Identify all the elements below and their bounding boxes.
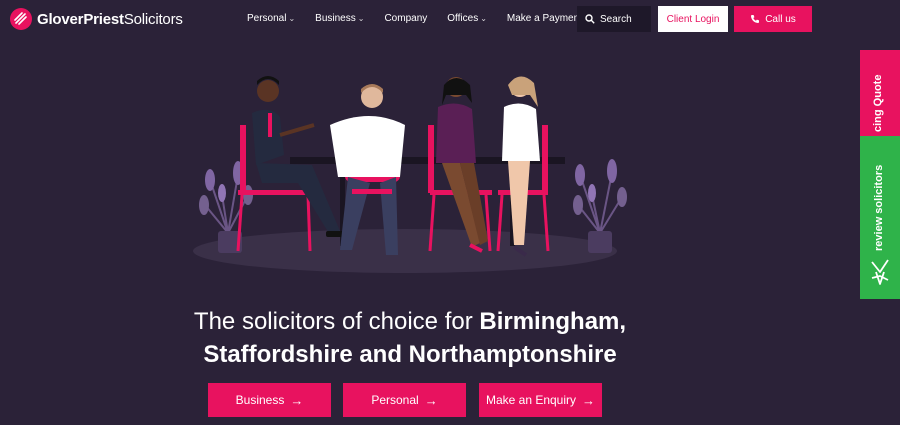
nav-item-label: Personal <box>247 13 287 24</box>
arrow-right-icon: → <box>424 392 438 408</box>
search-button[interactable]: Search <box>577 6 651 32</box>
chevron-down-icon: ⌄ <box>357 14 365 23</box>
brand-logo[interactable]: GloverPriestSolicitors <box>10 8 183 30</box>
nav-item-company[interactable]: Company <box>384 13 427 24</box>
review-solicitors-tab-label: review solicitors <box>873 164 885 251</box>
pricing-quote-tab[interactable]: cing Quote <box>860 50 900 136</box>
search-icon <box>585 14 595 24</box>
cta-label: Business <box>235 393 285 407</box>
review-solicitors-logo-icon <box>871 259 889 285</box>
review-solicitors-tab[interactable]: review solicitors <box>860 136 900 299</box>
cta-label: Personal <box>371 393 419 407</box>
brand-name: GloverPriestSolicitors <box>37 11 183 28</box>
nav-item-offices[interactable]: Offices ⌄ <box>447 13 487 24</box>
logo-mark-icon <box>10 8 32 30</box>
phone-icon <box>751 15 760 23</box>
nav-item-label: Business <box>315 13 356 24</box>
hero-headline: The solicitors of choice for Birmingham,… <box>0 305 820 371</box>
nav-item-label: Make a Payment <box>506 13 582 24</box>
arrow-right-icon: → <box>290 392 304 408</box>
meeting-illustration <box>193 76 627 273</box>
hero-headline-bold-1: Birmingham, <box>479 308 627 335</box>
pricing-quote-tab-label: cing Quote <box>872 74 884 132</box>
person-woman-white <box>496 76 550 257</box>
nav-item-label: Offices <box>447 13 479 24</box>
chevron-down-icon: ⌄ <box>480 14 487 23</box>
call-us-button[interactable]: Call us <box>734 6 812 32</box>
main-nav: Personal ⌄ Business ⌄ Company Offices ⌄ Mak… <box>247 13 602 24</box>
cta-label: Make an Enquiry <box>485 393 577 407</box>
brand-name-regular: Solicitors <box>123 10 183 28</box>
brand-name-bold: GloverPriest <box>37 10 124 28</box>
client-login-button[interactable]: Client Login <box>658 6 728 32</box>
personal-cta-button[interactable]: Personal → <box>343 383 466 417</box>
arrow-right-icon: → <box>582 392 596 408</box>
call-us-label: Call us <box>765 13 796 25</box>
nav-item-personal[interactable]: Personal ⌄ <box>247 13 295 24</box>
business-cta-button[interactable]: Business → <box>208 383 331 417</box>
hero-headline-regular: The solicitors of choice for <box>193 308 480 335</box>
nav-item-label: Company <box>384 13 428 24</box>
site-header: GloverPriestSolicitors Personal ⌄ Busines… <box>0 0 900 38</box>
chevron-down-icon: ⌄ <box>288 14 296 23</box>
nav-item-business[interactable]: Business ⌄ <box>315 13 364 24</box>
search-label: Search <box>600 13 632 25</box>
hero-headline-bold-2: Staffordshire and Northamptonshire <box>203 341 617 368</box>
nav-item-make-a-payment[interactable]: Make a Payment <box>507 13 582 24</box>
make-an-enquiry-cta-button[interactable]: Make an Enquiry → <box>479 383 602 417</box>
